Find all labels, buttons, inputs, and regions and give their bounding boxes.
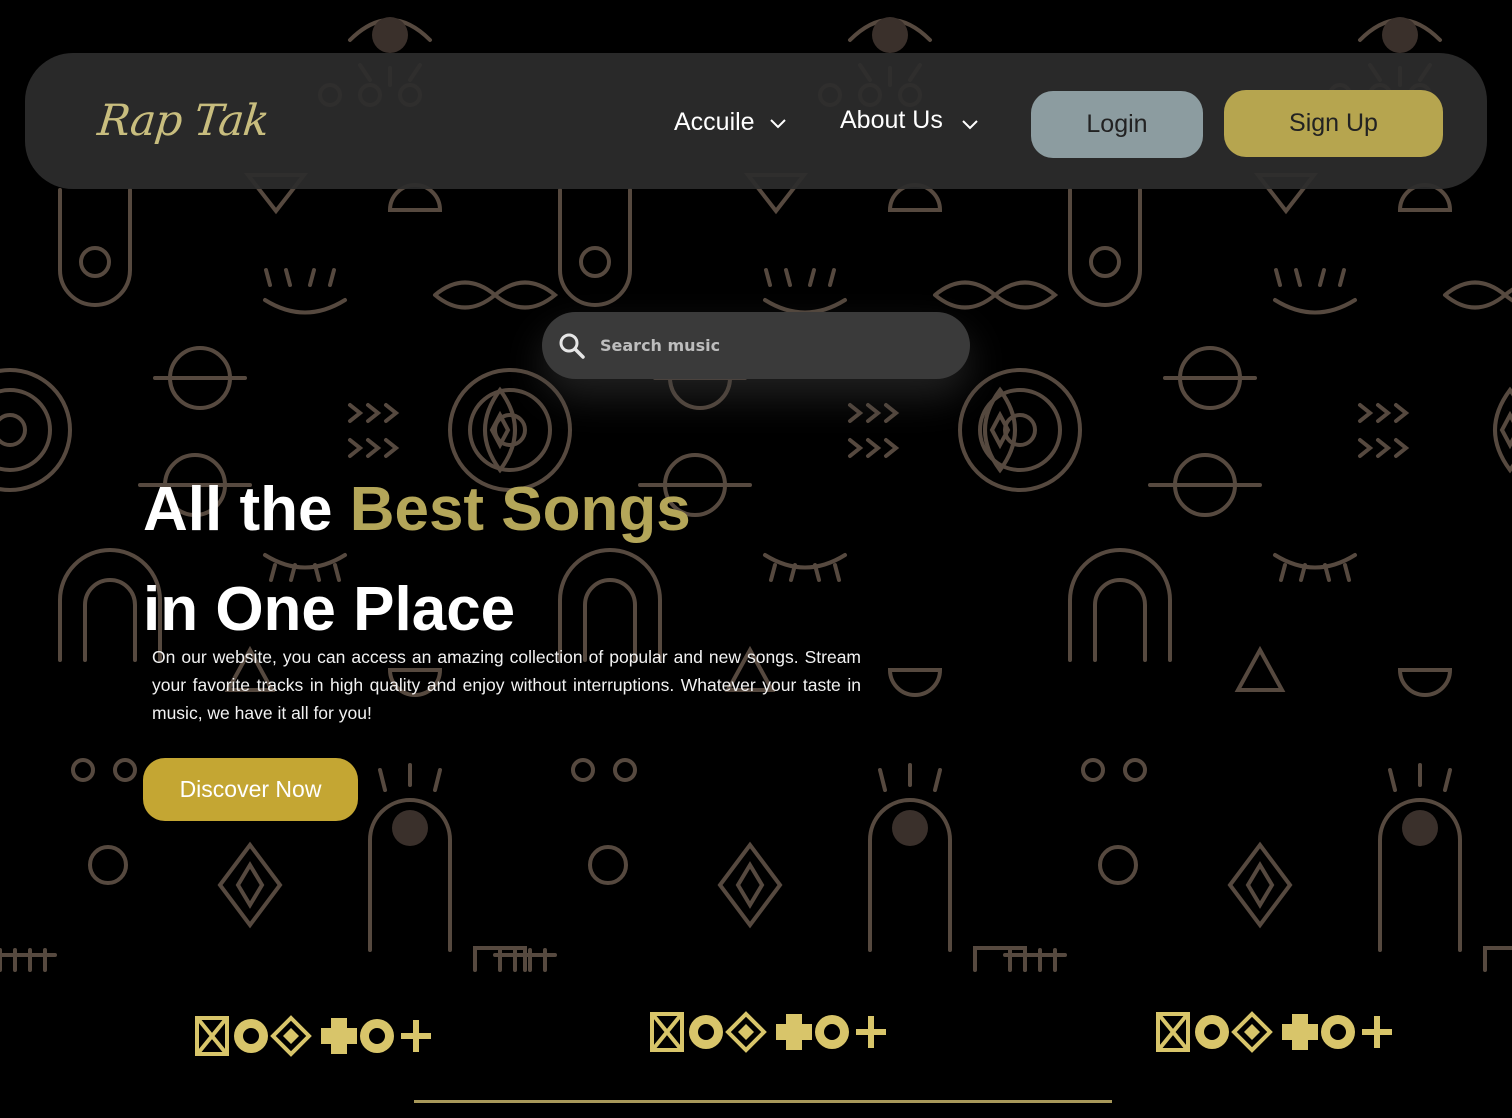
ornament-icon: [195, 1015, 431, 1057]
search-icon: [559, 333, 585, 359]
nav-item-about-us[interactable]: About Us: [840, 106, 979, 135]
login-button[interactable]: Login: [1031, 91, 1203, 158]
nav-item-label: Accuile: [674, 108, 755, 136]
chevron-down-icon: [769, 118, 786, 128]
hero-title-part1: All the: [143, 475, 350, 544]
nav-item-accuile[interactable]: Accuile: [674, 108, 787, 137]
logo[interactable]: Rap Tak: [95, 96, 270, 146]
ornament-icon: [1156, 1011, 1392, 1053]
hero-title: All the Best Songs in One Place: [143, 460, 691, 660]
signup-button[interactable]: Sign Up: [1224, 90, 1443, 157]
section-divider: [414, 1100, 1112, 1103]
nav-item-label: About Us: [840, 106, 943, 134]
ornament-icon: [650, 1011, 886, 1053]
discover-now-button[interactable]: Discover Now: [143, 758, 358, 821]
hero-title-line2: in One Place: [143, 575, 516, 644]
hero-title-highlight: Best Songs: [349, 475, 691, 544]
hero-description: On our website, you can access an amazin…: [152, 647, 861, 723]
chevron-down-icon: [962, 119, 978, 129]
search-bar[interactable]: [542, 312, 970, 379]
search-input[interactable]: [598, 335, 932, 356]
